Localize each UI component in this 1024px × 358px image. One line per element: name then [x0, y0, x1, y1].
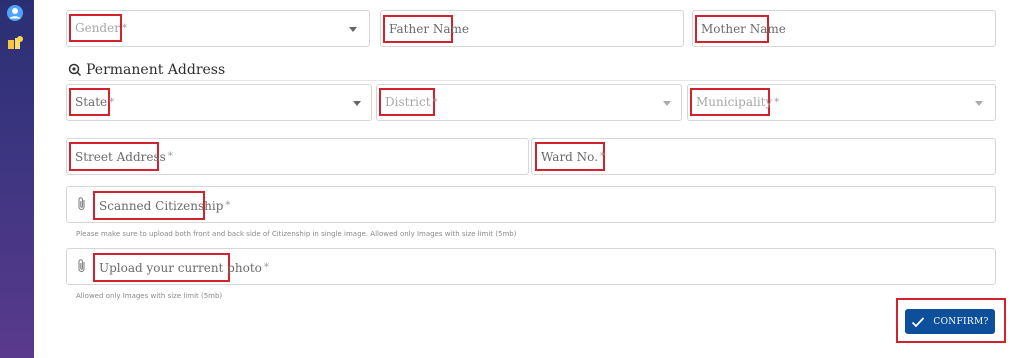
medal-icon[interactable] [6, 34, 24, 52]
ward-no-label: Ward No. [541, 149, 599, 164]
section-permanent-address: Permanent Address [68, 62, 225, 78]
photo-label: Upload your current photo [99, 260, 262, 275]
citizenship-label: Scanned Citizenship [99, 198, 224, 213]
paperclip-icon [78, 197, 85, 210]
photo-required-mark: * [263, 262, 269, 273]
citizenship-hint: Please make sure to upload both front an… [76, 230, 517, 238]
district-label: District [385, 95, 431, 109]
chevron-down-icon [975, 101, 983, 106]
street-address-label-box: Street Address * [69, 142, 173, 171]
ward-no-label-box: Ward No. * [535, 142, 605, 171]
chevron-down-icon [353, 101, 361, 106]
gender-label: Gender [75, 21, 120, 35]
mother-name-label-box: Mother Name [695, 15, 786, 43]
state-label-box: State * [69, 88, 114, 116]
sidebar [0, 0, 34, 358]
district-required-mark: * [432, 96, 438, 108]
state-label: State [75, 95, 108, 109]
paperclip-icon [78, 259, 85, 272]
citizenship-label-box: Scanned Citizenship * [93, 191, 230, 220]
district-label-box: District * [379, 88, 438, 116]
confirm-button[interactable]: CONFIRM? [905, 309, 995, 334]
location-pin-icon [68, 63, 82, 77]
section-divider [68, 80, 996, 81]
father-name-label-box: Father Name [383, 15, 469, 43]
citizenship-required-mark: * [225, 200, 231, 211]
section-title: Permanent Address [86, 62, 226, 78]
photo-hint: Allowed only Images with size limit (5mb… [76, 292, 223, 300]
chevron-down-icon [349, 27, 357, 32]
gender-required-mark: * [121, 22, 127, 34]
photo-label-box: Upload your current photo * [93, 253, 269, 282]
father-name-label: Father Name [389, 22, 470, 36]
form-page [34, 0, 1024, 358]
municipality-required-mark: * [774, 96, 780, 108]
gender-label-box: Gender * [69, 14, 127, 42]
street-address-required-mark: * [167, 151, 173, 162]
chevron-down-icon [663, 101, 671, 106]
user-icon[interactable] [6, 4, 24, 22]
confirm-button-label: CONFIRM? [933, 316, 989, 327]
municipality-label: Municipality [696, 95, 773, 109]
street-address-label: Street Address [75, 149, 166, 164]
municipality-label-box: Municipality * [690, 88, 779, 116]
ward-no-required-mark: * [600, 151, 606, 162]
check-icon [912, 316, 925, 327]
state-required-mark: * [109, 96, 115, 108]
mother-name-label: Mother Name [701, 22, 786, 36]
